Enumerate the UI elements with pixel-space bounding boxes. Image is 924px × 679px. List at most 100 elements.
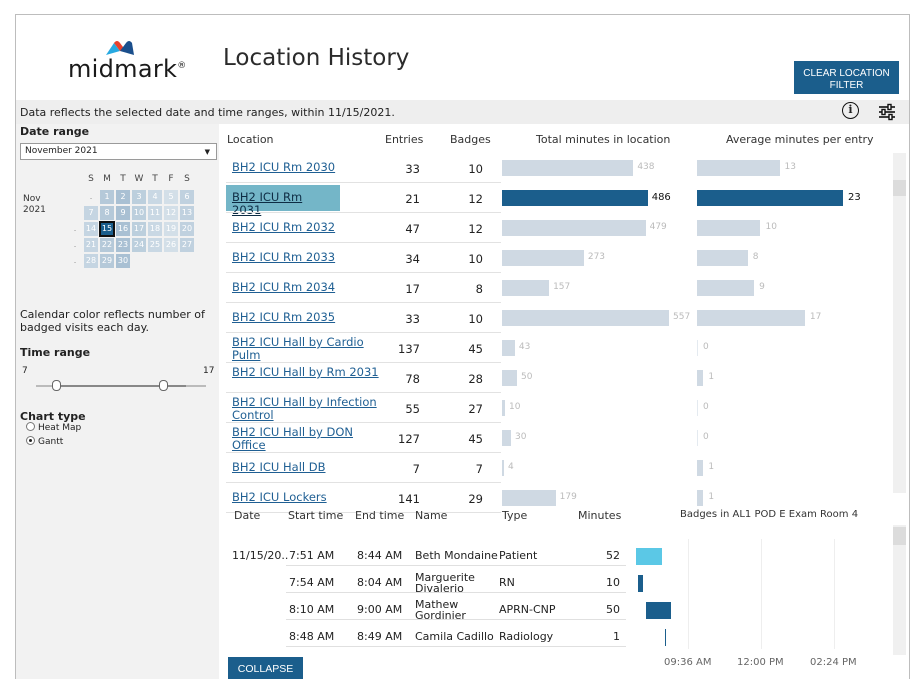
table-row[interactable]: BH2 ICU Hall by Cardio Pulm 137 45 43 0 [16,333,909,363]
location-link[interactable]: BH2 ICU Hall by Rm 2031 [232,366,382,379]
location-link[interactable]: BH2 ICU Rm 2030 [232,161,382,174]
table-row[interactable]: BH2 ICU Rm 2035 33 10 557 17 [16,303,909,333]
badges-value: 28 [468,372,483,386]
average-minutes-label: 1 [708,372,715,382]
collapse-button[interactable]: COLLAPSE [228,657,303,679]
average-minutes-bar[interactable] [697,310,805,326]
average-minutes-label: 23 [848,192,861,203]
average-minutes-bar[interactable] [697,340,698,356]
table-row[interactable]: BH2 ICU Rm 2034 17 8 157 9 [16,273,909,303]
total-minutes-bar[interactable] [502,310,669,326]
logo-text: midmark® [68,55,187,83]
location-link[interactable]: BH2 ICU Hall by DON Office [232,426,382,452]
column-header-average-minutes[interactable]: Average minutes per entry [726,133,874,146]
average-minutes-bar[interactable] [697,280,755,296]
location-link[interactable]: BH2 ICU Rm 2033 [232,251,382,264]
gantt-tick-label: 02:24 PM [810,657,857,668]
gantt-bar[interactable] [645,602,671,619]
entries-value: 7 [412,462,420,476]
location-link[interactable]: BH2 ICU Rm 2035 [232,311,382,324]
minutes-cell: 52 [606,549,620,562]
average-minutes-bar[interactable] [697,430,698,446]
entries-value: 33 [405,162,420,176]
total-minutes-label: 273 [587,252,606,262]
column-header-name[interactable]: Name [415,509,447,522]
gantt-bar[interactable] [637,575,643,592]
column-header-minutes[interactable]: Minutes [578,509,621,522]
badges-value: 12 [468,192,483,206]
average-minutes-bar[interactable] [697,190,843,206]
row-divider [286,646,626,647]
total-minutes-label: 557 [673,312,691,322]
column-header-total-minutes[interactable]: Total minutes in location [536,133,670,146]
average-minutes-bar[interactable] [697,220,761,236]
total-minutes-bar[interactable] [502,400,505,416]
entries-value: 141 [398,492,420,506]
clear-location-filter-button[interactable]: CLEAR LOCATION FILTER [794,61,899,94]
average-minutes-bar[interactable] [697,490,704,506]
location-link[interactable]: BH2 ICU Rm 2032 [232,221,382,234]
detail-table-scroll-thumb[interactable] [893,527,906,545]
table-row[interactable]: 8:10 AM 9:00 AM Mathew Gordinier APRN-CNP 50 [16,593,909,621]
average-minutes-bar[interactable] [697,250,748,266]
location-link[interactable]: BH2 ICU Hall by Cardio Pulm [232,336,382,362]
table-row[interactable]: BH2 ICU Rm 2032 47 12 479 10 [16,213,909,243]
total-minutes-bar[interactable] [502,280,550,296]
table-row[interactable]: BH2 ICU Hall by Infection Control 55 27 10 0 [16,393,909,423]
column-header-location[interactable]: Location [227,133,274,146]
badges-value: 29 [468,492,483,506]
total-minutes-bar[interactable] [502,490,556,506]
average-minutes-label: 17 [809,312,822,322]
table-row[interactable]: 8:48 AM 8:49 AM Camila Cadillo Radiology 1 [16,620,909,647]
badges-value: 10 [468,162,483,176]
table-row[interactable]: BH2 ICU Hall by Rm 2031 78 28 50 1 [16,363,909,393]
location-link[interactable]: BH2 ICU Hall by Infection Control [232,396,382,422]
sliders-icon[interactable] [878,103,896,121]
column-header-start-time[interactable]: Start time [288,509,343,522]
gantt-bar[interactable] [636,548,663,565]
location-link[interactable]: BH2 ICU Rm 2034 [232,281,382,294]
info-icon[interactable]: i [842,102,859,119]
entries-value: 55 [405,402,420,416]
total-minutes-bar[interactable] [502,460,504,476]
average-minutes-bar[interactable] [697,400,698,416]
total-minutes-bar[interactable] [502,160,634,176]
column-header-date[interactable]: Date [234,509,260,522]
start-time-cell: 8:48 AM [289,630,335,643]
average-minutes-label: 1 [708,462,715,472]
total-minutes-label: 30 [514,432,527,442]
table-row[interactable]: BH2 ICU Rm 2031 21 12 486 23 [16,183,909,217]
total-minutes-label: 10 [508,402,521,412]
total-minutes-bar[interactable] [502,340,515,356]
total-minutes-bar[interactable] [502,250,584,266]
column-header-end-time[interactable]: End time [355,509,404,522]
column-header-type[interactable]: Type [502,509,527,522]
type-cell: APRN-CNP [499,603,556,616]
location-link[interactable]: BH2 ICU Hall DB [232,461,382,474]
table-row[interactable]: 7:54 AM 8:04 AM Marguerite Divalerio RN 10 [16,566,909,594]
average-minutes-bar[interactable] [697,160,780,176]
location-table-scroll-thumb[interactable] [893,180,906,196]
location-link[interactable]: BH2 ICU Lockers [232,491,382,504]
average-minutes-bar[interactable] [697,370,704,386]
average-minutes-bar[interactable] [697,460,704,476]
type-cell: Patient [499,549,538,562]
total-minutes-bar[interactable] [502,220,646,236]
location-link[interactable]: BH2 ICU Rm 2031 [226,185,340,217]
table-row[interactable]: BH2 ICU Hall DB 7 7 4 1 [16,453,909,483]
total-minutes-label: 50 [520,372,533,382]
column-header-badges[interactable]: Badges [450,133,491,146]
total-minutes-bar[interactable] [502,190,648,206]
location-table-scrollbar[interactable] [893,153,906,493]
gantt-bar[interactable] [664,629,666,646]
total-minutes-bar[interactable] [502,370,517,386]
badges-value: 45 [468,432,483,446]
table-row[interactable]: BH2 ICU Rm 2030 33 10 438 13 [16,153,909,183]
table-row[interactable]: 11/15/20.. 7:51 AM 8:44 AM Beth Mondaine Pat… [16,539,909,566]
table-row[interactable]: BH2 ICU Rm 2033 34 10 273 8 [16,243,909,273]
badges-value: 8 [475,282,483,296]
total-minutes-bar[interactable] [502,430,511,446]
table-row[interactable]: BH2 ICU Hall by DON Office 127 45 30 0 [16,423,909,453]
total-minutes-label: 479 [649,222,667,232]
column-header-entries[interactable]: Entries [385,133,423,146]
